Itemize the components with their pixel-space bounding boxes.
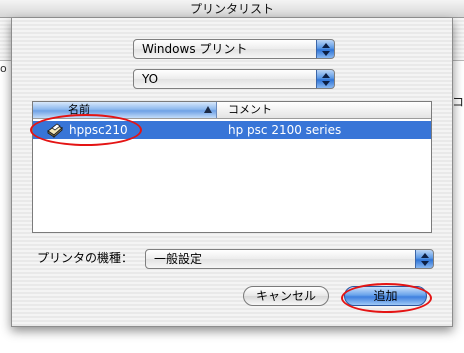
zone-popup[interactable]: YO: [133, 69, 335, 89]
column-header-comment-label: コメント: [228, 103, 272, 116]
printer-model-label: プリンタの機種：: [37, 251, 134, 265]
protocol-popup[interactable]: Windows プリント: [133, 39, 335, 59]
printer-model-popup[interactable]: 一般設定: [145, 249, 434, 269]
printer-model-popup-value: 一般設定: [154, 252, 203, 266]
annotation-circle-add-button: [341, 283, 432, 313]
popup-arrows-icon: [415, 250, 433, 268]
window-title-bar[interactable]: プリンタリスト: [0, 0, 464, 18]
annotation-circle-printer: [30, 114, 142, 146]
printer-comment: hp psc 2100 series: [228, 123, 342, 137]
sort-ascending-icon: [204, 106, 212, 113]
column-header-comment[interactable]: コメント: [222, 102, 272, 118]
background-edge-text-right: コ: [452, 95, 464, 109]
background-edge-text-left: o: [0, 62, 7, 75]
popup-arrows-icon: [316, 40, 334, 58]
protocol-popup-value: Windows プリント: [142, 42, 248, 56]
cancel-button[interactable]: キャンセル: [243, 286, 329, 306]
zone-popup-value: YO: [142, 72, 159, 86]
window-title: プリンタリスト: [189, 2, 274, 16]
popup-arrows-icon: [316, 70, 334, 88]
